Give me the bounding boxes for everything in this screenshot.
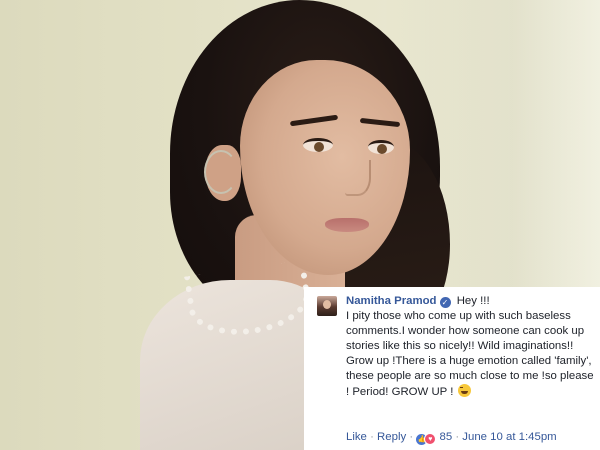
comment-greeting: Hey !!! (456, 295, 490, 307)
facebook-comment: Namitha Pramod ✓ Hey !!! I pity those who… (304, 287, 600, 450)
author-name[interactable]: Namitha Pramod (346, 295, 437, 307)
ear-cuff (204, 150, 238, 194)
verified-badge-icon: ✓ (439, 297, 451, 308)
reply-link[interactable]: Reply (377, 431, 406, 443)
comment-actions: Like · Reply · 👍 ♥ 85 · June 10 at 1:45pm (346, 431, 557, 445)
left-eye (303, 138, 333, 152)
laughing-emoji-icon (457, 384, 471, 397)
comment-body: Namitha Pramod ✓ Hey !!! I pity those who… (346, 294, 594, 400)
comment-text: I pity those who come up with such basel… (346, 310, 594, 398)
nose (345, 160, 371, 196)
right-eye (368, 140, 394, 154)
reactions[interactable]: 👍 ♥ 85 (416, 431, 455, 445)
comment-timestamp[interactable]: June 10 at 1:45pm (462, 431, 556, 443)
avatar[interactable] (317, 296, 337, 316)
reaction-count: 85 (439, 431, 453, 443)
separator: · (370, 431, 374, 443)
like-link[interactable]: Like (346, 431, 367, 443)
separator: · (409, 431, 414, 443)
lips (325, 218, 369, 232)
love-reaction-icon: ♥ (424, 433, 437, 445)
separator: · (455, 431, 460, 443)
